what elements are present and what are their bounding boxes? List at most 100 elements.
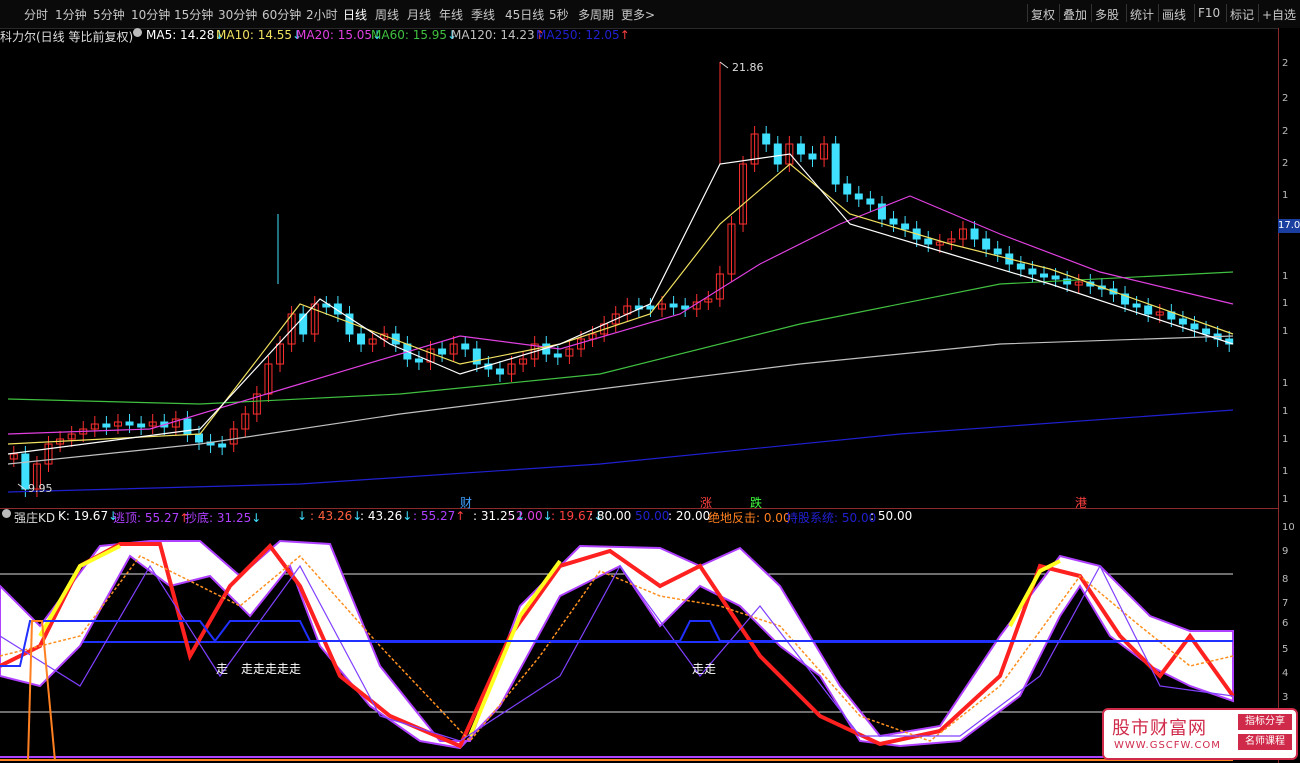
watermark-tag-share: 指标分享	[1238, 714, 1292, 730]
tool-button-4[interactable]: 画线	[1162, 6, 1186, 23]
ma60-line	[7, 271, 1234, 405]
indicator-tick: 4	[1282, 668, 1289, 679]
candle-body	[102, 423, 111, 428]
candle-body	[866, 198, 875, 205]
candle-body	[1028, 268, 1037, 275]
indicator-value: : 20.00	[668, 509, 711, 523]
candle-body	[1040, 273, 1049, 278]
price-tick: 1	[1282, 466, 1289, 477]
period-tab-3[interactable]: 10分钟	[131, 6, 170, 23]
indicator-value: : 80.00	[589, 509, 632, 523]
period-tab-0[interactable]: 分时	[24, 6, 48, 23]
walk-label: 走走	[692, 662, 717, 676]
period-tab-2[interactable]: 5分钟	[93, 6, 125, 23]
candle-body	[1051, 275, 1060, 280]
indicator-value: K: 19.67↓	[58, 509, 119, 523]
candle-body	[137, 423, 146, 428]
candle-body	[1178, 318, 1187, 325]
tool-button-0[interactable]: 复权	[1031, 6, 1055, 23]
candle-body	[924, 238, 933, 245]
candle-body	[438, 348, 447, 355]
price-tick: 1	[1282, 190, 1289, 201]
period-tab-8[interactable]: 日线	[343, 6, 367, 23]
period-tab-10[interactable]: 月线	[407, 6, 431, 23]
price-tick: 2	[1282, 58, 1289, 69]
candle-body	[1132, 303, 1141, 308]
value-arrow: ↓	[251, 511, 262, 525]
candle-body	[808, 153, 817, 160]
price-tick: 1	[1282, 298, 1289, 309]
candle-body	[901, 223, 910, 230]
indicator-value: : 55.27↑	[413, 509, 466, 523]
indicator-value: : 43.26↓	[310, 509, 363, 523]
candle-body	[669, 303, 678, 308]
period-tab-4[interactable]: 15分钟	[174, 6, 213, 23]
price-tick: 2	[1282, 126, 1289, 137]
indicator-value: 绝地反击: 0.00	[708, 511, 791, 525]
indicator-info-bar: 强庄KD K: 19.67↓ 逃顶: 55.27↑ 抄底: 31.25↓ ↓: 43.…	[0, 509, 1280, 525]
indicator-value: 抄底: 31.25↓	[185, 511, 262, 525]
candlestick-chart[interactable]: 21.86 9.95	[0, 44, 1278, 508]
tool-button-3[interactable]: 统计	[1130, 6, 1154, 23]
period-tab-5[interactable]: 30分钟	[218, 6, 257, 23]
value-arrow: ↑	[455, 509, 466, 523]
candle-body	[646, 305, 655, 310]
candle-body	[1144, 305, 1153, 315]
candle-body	[762, 133, 771, 145]
ma-arrow: ↑	[619, 28, 630, 42]
candle-body	[218, 443, 227, 448]
toolbar-separator	[1091, 4, 1092, 22]
period-tab-16[interactable]: 更多>	[621, 6, 655, 23]
price-tick: 1	[1282, 434, 1289, 445]
candle-body	[970, 228, 979, 240]
high-pointer	[719, 61, 729, 69]
ma-label: MA120: 14.23↑	[451, 28, 545, 42]
period-tab-9[interactable]: 周线	[375, 6, 399, 23]
tool-button-6[interactable]: 标记	[1230, 6, 1254, 23]
low-price-label: 9.95	[28, 482, 53, 495]
watermark-title: 股市财富网	[1112, 718, 1207, 739]
indicator-tick: 5	[1282, 644, 1289, 655]
toolbar-separator	[1258, 4, 1259, 22]
ma-label: MA250: 12.05↑	[536, 28, 630, 42]
candle-body	[843, 183, 852, 195]
candle-body	[357, 333, 366, 345]
tool-button-2[interactable]: 多股	[1095, 6, 1119, 23]
toolbar-separator	[1027, 4, 1028, 22]
candle-body	[982, 238, 991, 250]
ma5-line	[7, 153, 1234, 455]
price-tick: 1	[1282, 494, 1289, 505]
tool-button-7[interactable]: +自选	[1262, 6, 1296, 23]
price-tick: 1	[1282, 406, 1289, 417]
period-tab-11[interactable]: 年线	[439, 6, 463, 23]
kd-indicator-chart[interactable]	[0, 526, 1278, 763]
value-arrow: ↓	[402, 509, 413, 523]
tool-button-5[interactable]: F10	[1198, 6, 1220, 20]
period-tab-6[interactable]: 60分钟	[262, 6, 301, 23]
price-tick: 2	[1282, 158, 1289, 169]
value-arrow: ↓	[297, 509, 308, 523]
ma-label: MA5: 14.28↓	[146, 28, 225, 42]
price-tick: 1	[1282, 378, 1289, 389]
indicator-value: : 43.26↓	[360, 509, 413, 523]
period-tab-13[interactable]: 45日线	[505, 6, 544, 23]
indicator-value: : 50.00	[870, 509, 913, 523]
period-tab-15[interactable]: 多周期	[578, 6, 614, 23]
period-tab-1[interactable]: 1分钟	[55, 6, 87, 23]
indicator-tick: 6	[1282, 618, 1289, 629]
candle-body	[1202, 328, 1211, 335]
current-price-tag: 17.0	[1278, 219, 1300, 233]
candle-body	[831, 143, 840, 185]
candle-body	[125, 421, 134, 426]
period-tab-7[interactable]: 2小时	[306, 6, 338, 23]
period-tab-14[interactable]: 5秒	[549, 6, 569, 23]
period-tab-12[interactable]: 季线	[471, 6, 495, 23]
indicator-value: : 2.00↓	[508, 509, 553, 523]
candle-body	[796, 143, 805, 155]
candle-body	[194, 433, 203, 443]
candle-body	[414, 358, 423, 363]
indicator-tick: 10	[1282, 522, 1295, 533]
tool-button-1[interactable]: 叠加	[1063, 6, 1087, 23]
ma10-line	[7, 163, 1234, 445]
price-scale: 222211111111111098765432	[1278, 28, 1300, 763]
